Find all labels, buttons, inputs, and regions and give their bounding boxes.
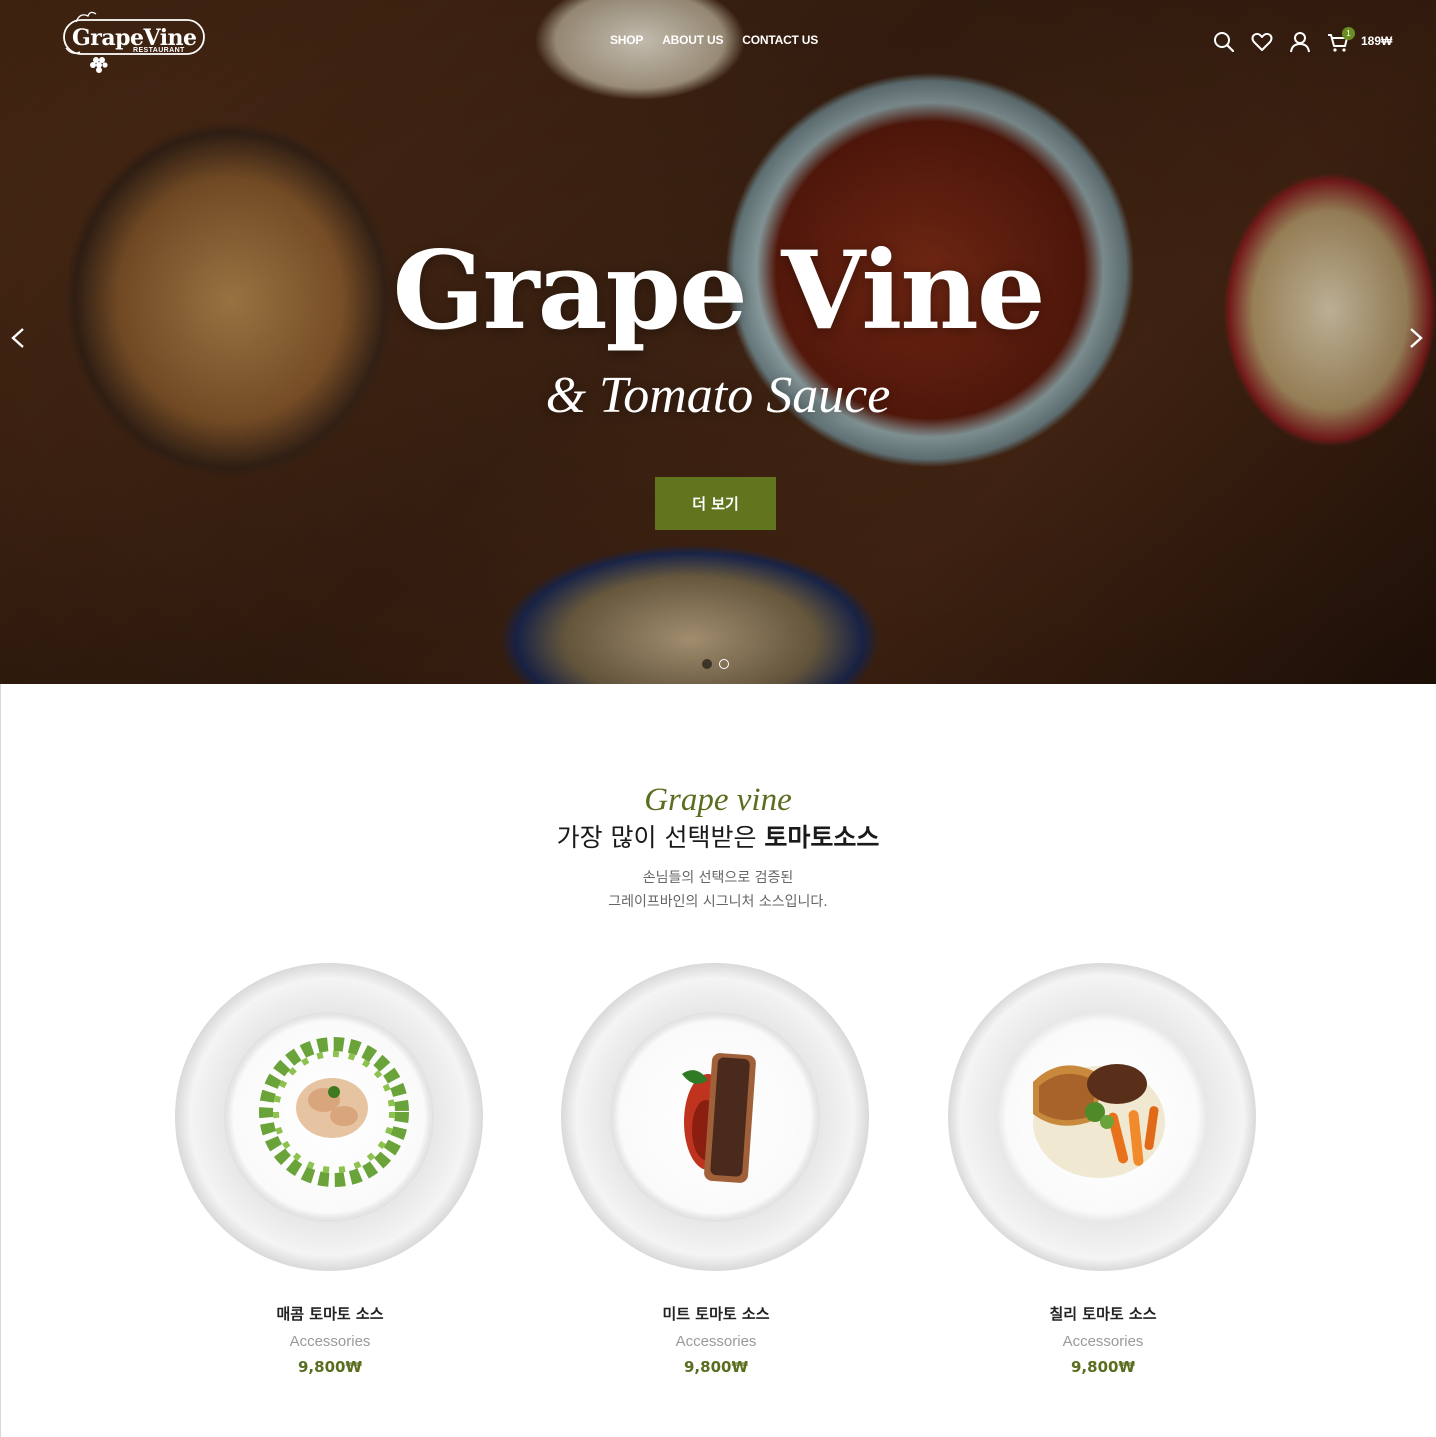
user-icon[interactable] [1288, 30, 1312, 54]
view-more-button[interactable]: 더 보기 [655, 477, 776, 530]
slider-pagination [700, 659, 736, 671]
nav-contact-us[interactable]: CONTACT US [742, 33, 818, 47]
section-script-title: Grape vine [644, 782, 792, 818]
section-title: 가장 많이 선택받은 토마토소스 [0, 820, 1436, 856]
product-category[interactable]: Accessories [947, 1333, 1259, 1350]
section-description: 손님들의 선택으로 검증된 그레이프바인의 시그니처 소스입니다. [0, 866, 1436, 914]
section-title-plain: 가장 많이 선택받은 [556, 823, 765, 852]
section-desc-line-2: 그레이프바인의 시그니처 소스입니다. [608, 894, 828, 910]
section-desc-line-1: 손님들의 선택으로 검증된 [642, 870, 794, 886]
product-category[interactable]: Accessories [174, 1333, 486, 1350]
product-image[interactable] [560, 962, 870, 1272]
hero-subtitle: & Tomato Sauce [545, 367, 891, 424]
cart-total[interactable]: 189₩ [1361, 34, 1392, 48]
site-logo[interactable]: GrapeVine RESTAURANT [62, 8, 208, 76]
hero-title: Grape Vine [392, 228, 1045, 354]
search-icon[interactable] [1212, 30, 1236, 54]
main-nav: SHOP ABOUT US CONTACT US [610, 33, 818, 47]
product-card[interactable]: 매콤 토마토 소스 Accessories 9,800₩ [174, 962, 486, 1392]
slider-dot-1[interactable] [702, 659, 712, 669]
cart-count-badge: 1 [1342, 27, 1355, 40]
product-card[interactable]: 미트 토마토 소스 Accessories 9,800₩ [560, 962, 872, 1392]
nav-about-us[interactable]: ABOUT US [662, 33, 723, 47]
logo-subtitle: RESTAURANT [133, 47, 185, 54]
nav-shop[interactable]: SHOP [610, 33, 643, 47]
heart-icon[interactable] [1250, 30, 1274, 54]
product-name[interactable]: 칠리 토마토 소스 [947, 1303, 1259, 1324]
slider-dot-2[interactable] [719, 659, 729, 669]
hero-slider: GrapeVine RESTAURANT SHOP ABOUT US CONTA… [0, 0, 1436, 684]
product-image[interactable] [947, 962, 1257, 1272]
product-card[interactable]: 칠리 토마토 소스 Accessories 9,800₩ [947, 962, 1259, 1392]
product-price: 9,800₩ [1071, 1358, 1135, 1376]
product-name[interactable]: 매콤 토마토 소스 [174, 1303, 486, 1324]
product-price: 9,800₩ [684, 1358, 748, 1376]
product-category[interactable]: Accessories [560, 1333, 872, 1350]
product-price: 9,800₩ [298, 1358, 362, 1376]
product-name[interactable]: 미트 토마토 소스 [560, 1303, 872, 1324]
section-title-bold: 토마토소스 [764, 823, 880, 852]
product-image[interactable] [174, 962, 484, 1272]
